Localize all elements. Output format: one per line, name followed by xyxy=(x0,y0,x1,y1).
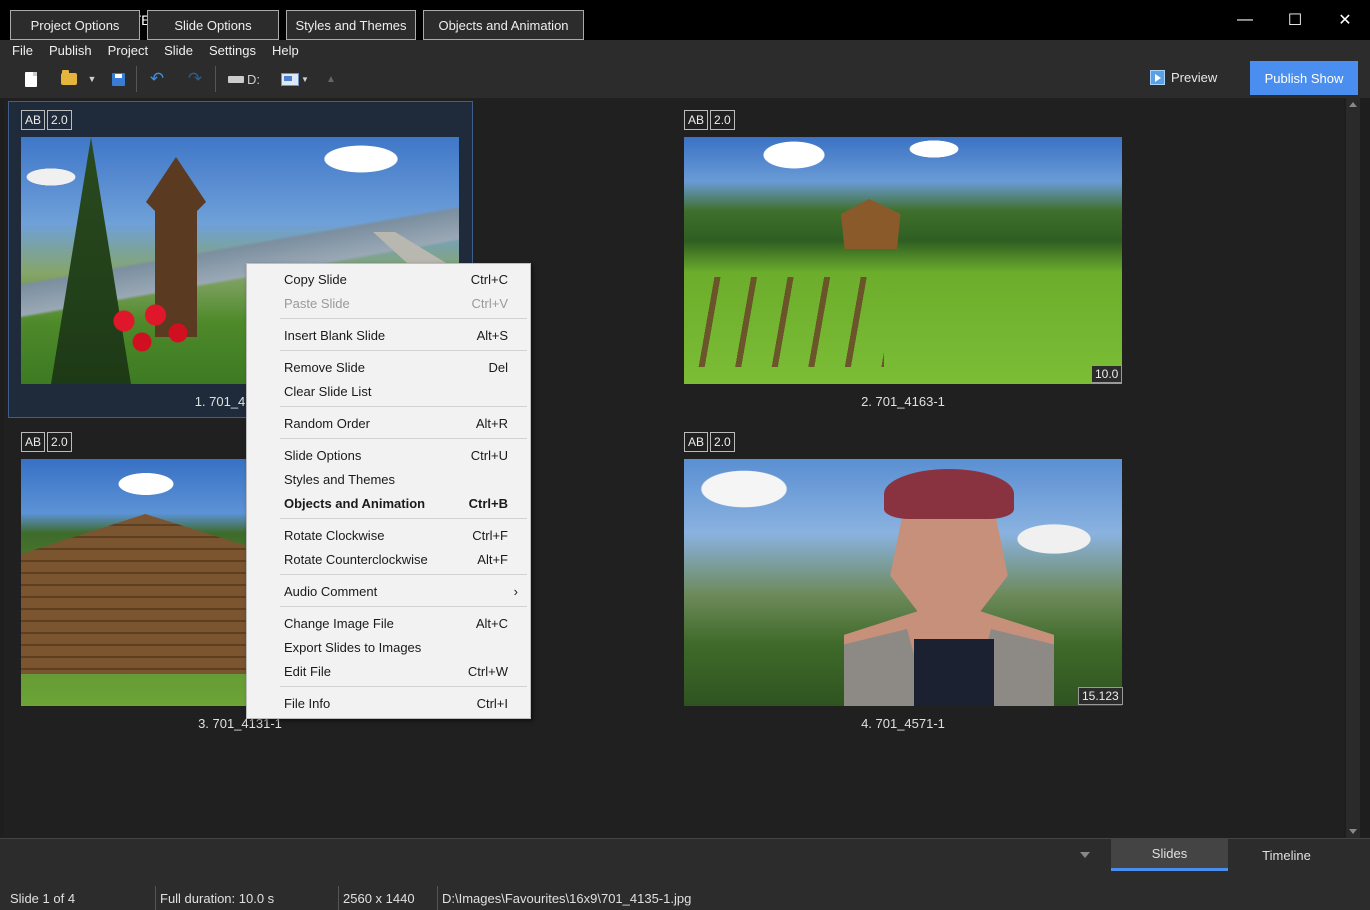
redo-icon[interactable]: ↷ xyxy=(185,68,205,90)
menu-item-remove-slide[interactable]: Remove Slide Del xyxy=(284,357,508,377)
drive-icon xyxy=(228,75,244,83)
menu-item-audio-comment[interactable]: Audio Comment › xyxy=(284,581,518,601)
scroll-up-icon[interactable] xyxy=(1349,102,1357,107)
preview-label: Preview xyxy=(1171,70,1218,85)
undo-icon[interactable]: ↶ xyxy=(147,68,167,90)
menu-divider xyxy=(280,406,527,407)
slide-4-label: 4. 701_4571-1 xyxy=(861,716,945,731)
transition-duration-badge[interactable]: 2.0 xyxy=(47,432,72,452)
menu-item-objects-and-animation[interactable]: Objects and Animation Ctrl+B xyxy=(284,493,508,513)
slide-2-label: 2. 701_4163-1 xyxy=(861,394,945,409)
scroll-down-icon[interactable] xyxy=(1349,829,1357,834)
tab-timeline[interactable]: Timeline xyxy=(1228,839,1345,871)
dropdown-arrow-icon[interactable]: ▼ xyxy=(86,68,98,90)
drive-selector[interactable]: D: xyxy=(226,68,262,90)
preview-icon xyxy=(1150,70,1165,85)
menu-item-rotate-counterclockwise[interactable]: Rotate Counterclockwise Alt+F xyxy=(284,549,508,569)
slide-4-thumbnail[interactable] xyxy=(684,459,1122,706)
menu-item-paste-slide: Paste Slide Ctrl+V xyxy=(284,295,508,311)
menu-item-export-slides-to-images[interactable]: Export Slides to Images xyxy=(284,637,508,657)
project-options-button[interactable]: Project Options xyxy=(10,10,140,40)
new-document-icon[interactable] xyxy=(22,68,40,90)
menu-help[interactable]: Help xyxy=(264,43,307,58)
menu-item-insert-blank-slide[interactable]: Insert Blank Slide Alt+S xyxy=(284,325,508,345)
slide-options-button[interactable]: Slide Options xyxy=(147,10,279,40)
menu-item-styles-and-themes[interactable]: Styles and Themes xyxy=(284,469,508,489)
slide-3-badges: AB 2.0 xyxy=(21,432,72,452)
transition-badge[interactable]: AB xyxy=(684,110,709,130)
close-button[interactable]: ✕ xyxy=(1320,0,1370,40)
menu-divider xyxy=(280,606,527,607)
slide-2-thumbnail[interactable] xyxy=(684,137,1122,384)
transition-duration-badge[interactable]: 2.0 xyxy=(710,432,735,452)
menu-divider xyxy=(280,518,527,519)
menu-divider xyxy=(280,318,527,319)
maximize-button[interactable]: ☐ xyxy=(1270,0,1320,40)
tab-slides[interactable]: Slides xyxy=(1111,839,1228,871)
save-icon[interactable] xyxy=(110,68,126,90)
objects-and-animation-button[interactable]: Objects and Animation xyxy=(423,10,584,40)
publish-show-button[interactable]: Publish Show xyxy=(1250,61,1358,95)
menu-item-random-order[interactable]: Random Order Alt+R xyxy=(284,413,508,433)
menu-slide[interactable]: Slide xyxy=(156,43,201,58)
up-arrow-icon[interactable]: ▲ xyxy=(324,68,338,90)
menu-publish[interactable]: Publish xyxy=(41,43,100,58)
slide-2-duration[interactable]: 10.0 xyxy=(1091,365,1123,383)
slide-4-duration[interactable]: 15.123 xyxy=(1078,687,1123,705)
menu-divider xyxy=(280,574,527,575)
status-duration: Full duration: 10.0 s xyxy=(155,886,338,910)
menu-item-rotate-clockwise[interactable]: Rotate Clockwise Ctrl+F xyxy=(284,525,508,545)
menu-file[interactable]: File xyxy=(4,43,41,58)
transition-badge[interactable]: AB xyxy=(684,432,709,452)
menu-divider xyxy=(280,350,527,351)
transition-duration-badge[interactable]: 2.0 xyxy=(47,110,72,130)
slide-2-badges: AB 2.0 xyxy=(684,110,735,130)
minimize-button[interactable]: — xyxy=(1220,0,1270,40)
open-folder-icon[interactable] xyxy=(60,68,78,90)
context-menu: Copy Slide Ctrl+C Paste Slide Ctrl+V Inser… xyxy=(246,263,531,719)
menu-item-copy-slide[interactable]: Copy Slide Ctrl+C xyxy=(284,269,508,289)
status-slide-count: Slide 1 of 4 xyxy=(10,890,76,906)
menu-item-slide-options[interactable]: Slide Options Ctrl+U xyxy=(284,445,508,465)
menu-item-edit-file[interactable]: Edit File Ctrl+W xyxy=(284,661,508,681)
menu-item-file-info[interactable]: File Info Ctrl+I xyxy=(284,693,508,713)
menu-item-clear-slide-list[interactable]: Clear Slide List xyxy=(284,381,508,401)
status-resolution: 2560 x 1440 xyxy=(338,886,437,910)
slide-1-badges: AB 2.0 xyxy=(21,110,72,130)
toolbar-divider xyxy=(136,66,137,92)
menu-settings[interactable]: Settings xyxy=(201,43,264,58)
menu-divider xyxy=(280,686,527,687)
preview-button[interactable]: Preview xyxy=(1150,70,1217,85)
menu-bar: File Publish Project Slide Settings Help xyxy=(0,40,1370,60)
submenu-chevron-icon: › xyxy=(513,583,518,599)
slide-4-badges: AB 2.0 xyxy=(684,432,735,452)
slide-3-thumbnail[interactable] xyxy=(21,459,247,706)
drive-label: D: xyxy=(247,71,260,87)
menu-divider xyxy=(280,438,527,439)
view-mode-button[interactable]: ▼ xyxy=(280,68,310,90)
transition-badge[interactable]: AB xyxy=(21,432,46,452)
styles-and-themes-button[interactable]: Styles and Themes xyxy=(286,10,416,40)
view-mode-icon xyxy=(281,72,300,86)
vertical-scrollbar[interactable] xyxy=(1346,98,1360,838)
menu-project[interactable]: Project xyxy=(100,43,156,58)
transition-duration-badge[interactable]: 2.0 xyxy=(710,110,735,130)
status-bar: Slide 1 of 4 Full duration: 10.0 s 2560 … xyxy=(0,886,1370,910)
status-file-path: D:\Images\Favourites\16x9\701_4135-1.jpg xyxy=(437,886,837,910)
toolbar-divider xyxy=(215,66,216,92)
chevron-down-icon: ▼ xyxy=(301,74,309,84)
menu-item-change-image-file[interactable]: Change Image File Alt+C xyxy=(284,613,508,633)
collapse-arrow-icon[interactable] xyxy=(1080,852,1090,858)
transition-badge[interactable]: AB xyxy=(21,110,46,130)
